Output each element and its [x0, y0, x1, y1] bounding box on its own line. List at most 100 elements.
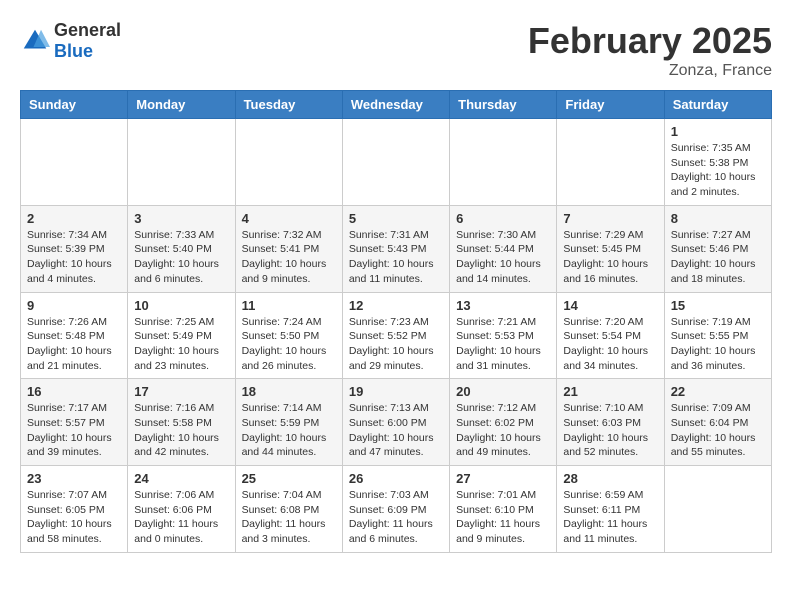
- day-cell: 21Sunrise: 7:10 AM Sunset: 6:03 PM Dayli…: [557, 379, 664, 466]
- day-number: 14: [563, 298, 657, 313]
- day-number: 1: [671, 124, 765, 139]
- calendar: SundayMondayTuesdayWednesdayThursdayFrid…: [20, 90, 772, 553]
- day-number: 7: [563, 211, 657, 226]
- logo: General Blue: [20, 20, 121, 62]
- day-cell: 18 Sunrise: 7:14 AM Sunset: 5:59 PM Dayli…: [235, 379, 342, 466]
- day-info: Sunrise: 7:29 AM Sunset: 5:45 PM Dayligh…: [563, 228, 657, 287]
- day-info: Sunrise: 7:01 AM Sunset: 6:10 PM Dayligh…: [456, 488, 550, 547]
- day-number: 25: [242, 471, 336, 486]
- day-cell: 15 Sunrise: 7:19 AM Sunset: 5:55 PM Dayli…: [664, 292, 771, 379]
- day-number: 12: [349, 298, 443, 313]
- day-cell: 5 Sunrise: 7:31 AM Sunset: 5:43 PM Daylig…: [342, 205, 449, 292]
- day-cell: 20 Sunrise: 7:12 AM Sunset: 6:02 PM Dayli…: [450, 379, 557, 466]
- col-header-monday: Monday: [128, 91, 235, 119]
- col-header-saturday: Saturday: [664, 91, 771, 119]
- day-number: 18: [242, 384, 336, 399]
- day-info: Sunrise: 7:35 AM Sunset: 5:38 PM Dayligh…: [671, 141, 765, 200]
- day-info: Sunrise: 7:26 AM Sunset: 5:48 PM Dayligh…: [27, 315, 121, 374]
- day-cell: 25Sunrise: 7:04 AM Sunset: 6:08 PM Dayli…: [235, 466, 342, 553]
- day-number: 19: [349, 384, 443, 399]
- day-cell: 13 Sunrise: 7:21 AM Sunset: 5:53 PM Dayli…: [450, 292, 557, 379]
- day-number: 4: [242, 211, 336, 226]
- day-info: Sunrise: 7:17 AM Sunset: 5:57 PM Dayligh…: [27, 401, 121, 460]
- day-cell: [557, 119, 664, 206]
- day-info: Sunrise: 6:59 AM Sunset: 6:11 PM Dayligh…: [563, 488, 657, 547]
- day-cell: 6 Sunrise: 7:30 AM Sunset: 5:44 PM Daylig…: [450, 205, 557, 292]
- day-number: 10: [134, 298, 228, 313]
- day-cell: 27 Sunrise: 7:01 AM Sunset: 6:10 PM Dayli…: [450, 466, 557, 553]
- col-header-tuesday: Tuesday: [235, 91, 342, 119]
- day-info: Sunrise: 7:30 AM Sunset: 5:44 PM Dayligh…: [456, 228, 550, 287]
- day-info: Sunrise: 7:24 AM Sunset: 5:50 PM Dayligh…: [242, 315, 336, 374]
- day-cell: [235, 119, 342, 206]
- day-info: Sunrise: 7:23 AM Sunset: 5:52 PM Dayligh…: [349, 315, 443, 374]
- day-cell: 22 Sunrise: 7:09 AM Sunset: 6:04 PM Dayli…: [664, 379, 771, 466]
- day-cell: 24Sunrise: 7:06 AM Sunset: 6:06 PM Dayli…: [128, 466, 235, 553]
- day-number: 16: [27, 384, 121, 399]
- day-cell: 1 Sunrise: 7:35 AM Sunset: 5:38 PM Daylig…: [664, 119, 771, 206]
- day-info: Sunrise: 7:34 AM Sunset: 5:39 PM Dayligh…: [27, 228, 121, 287]
- logo-blue-text: Blue: [54, 41, 121, 62]
- day-info: Sunrise: 7:13 AM Sunset: 6:00 PM Dayligh…: [349, 401, 443, 460]
- col-header-thursday: Thursday: [450, 91, 557, 119]
- day-cell: 9 Sunrise: 7:26 AM Sunset: 5:48 PM Daylig…: [21, 292, 128, 379]
- day-number: 15: [671, 298, 765, 313]
- day-cell: [342, 119, 449, 206]
- col-header-friday: Friday: [557, 91, 664, 119]
- day-number: 23: [27, 471, 121, 486]
- day-number: 13: [456, 298, 550, 313]
- day-number: 21: [563, 384, 657, 399]
- day-info: Sunrise: 7:25 AM Sunset: 5:49 PM Dayligh…: [134, 315, 228, 374]
- day-info: Sunrise: 7:33 AM Sunset: 5:40 PM Dayligh…: [134, 228, 228, 287]
- day-number: 27: [456, 471, 550, 486]
- day-cell: 23Sunrise: 7:07 AM Sunset: 6:05 PM Dayli…: [21, 466, 128, 553]
- day-cell: 4 Sunrise: 7:32 AM Sunset: 5:41 PM Daylig…: [235, 205, 342, 292]
- day-cell: 14Sunrise: 7:20 AM Sunset: 5:54 PM Dayli…: [557, 292, 664, 379]
- day-cell: 16 Sunrise: 7:17 AM Sunset: 5:57 PM Dayli…: [21, 379, 128, 466]
- col-header-sunday: Sunday: [21, 91, 128, 119]
- day-number: 20: [456, 384, 550, 399]
- day-number: 22: [671, 384, 765, 399]
- day-info: Sunrise: 7:19 AM Sunset: 5:55 PM Dayligh…: [671, 315, 765, 374]
- day-info: Sunrise: 7:14 AM Sunset: 5:59 PM Dayligh…: [242, 401, 336, 460]
- title-area: February 2025 Zonza, France: [528, 20, 772, 80]
- day-info: Sunrise: 7:16 AM Sunset: 5:58 PM Dayligh…: [134, 401, 228, 460]
- day-number: 8: [671, 211, 765, 226]
- day-cell: 28 Sunrise: 6:59 AM Sunset: 6:11 PM Dayli…: [557, 466, 664, 553]
- logo-icon: [20, 26, 50, 56]
- day-cell: [664, 466, 771, 553]
- day-cell: 3 Sunrise: 7:33 AM Sunset: 5:40 PM Daylig…: [128, 205, 235, 292]
- day-cell: 17 Sunrise: 7:16 AM Sunset: 5:58 PM Dayli…: [128, 379, 235, 466]
- week-row-3: 16 Sunrise: 7:17 AM Sunset: 5:57 PM Dayli…: [21, 379, 772, 466]
- day-cell: 19 Sunrise: 7:13 AM Sunset: 6:00 PM Dayli…: [342, 379, 449, 466]
- col-header-wednesday: Wednesday: [342, 91, 449, 119]
- day-info: Sunrise: 7:03 AM Sunset: 6:09 PM Dayligh…: [349, 488, 443, 547]
- day-cell: 8Sunrise: 7:27 AM Sunset: 5:46 PM Daylig…: [664, 205, 771, 292]
- day-cell: 2 Sunrise: 7:34 AM Sunset: 5:39 PM Daylig…: [21, 205, 128, 292]
- day-cell: 11Sunrise: 7:24 AM Sunset: 5:50 PM Dayli…: [235, 292, 342, 379]
- day-info: Sunrise: 7:09 AM Sunset: 6:04 PM Dayligh…: [671, 401, 765, 460]
- day-info: Sunrise: 7:31 AM Sunset: 5:43 PM Dayligh…: [349, 228, 443, 287]
- day-number: 17: [134, 384, 228, 399]
- header: General Blue February 2025 Zonza, France: [20, 20, 772, 80]
- logo-text: General Blue: [54, 20, 121, 62]
- calendar-body: 1 Sunrise: 7:35 AM Sunset: 5:38 PM Daylig…: [21, 119, 772, 553]
- week-row-0: 1 Sunrise: 7:35 AM Sunset: 5:38 PM Daylig…: [21, 119, 772, 206]
- day-info: Sunrise: 7:12 AM Sunset: 6:02 PM Dayligh…: [456, 401, 550, 460]
- day-number: 5: [349, 211, 443, 226]
- week-row-4: 23Sunrise: 7:07 AM Sunset: 6:05 PM Dayli…: [21, 466, 772, 553]
- day-number: 6: [456, 211, 550, 226]
- day-number: 3: [134, 211, 228, 226]
- day-number: 2: [27, 211, 121, 226]
- day-number: 24: [134, 471, 228, 486]
- day-cell: [21, 119, 128, 206]
- day-number: 9: [27, 298, 121, 313]
- month-year: February 2025: [528, 20, 772, 62]
- day-info: Sunrise: 7:32 AM Sunset: 5:41 PM Dayligh…: [242, 228, 336, 287]
- week-row-1: 2 Sunrise: 7:34 AM Sunset: 5:39 PM Daylig…: [21, 205, 772, 292]
- day-cell: [128, 119, 235, 206]
- day-info: Sunrise: 7:21 AM Sunset: 5:53 PM Dayligh…: [456, 315, 550, 374]
- day-number: 28: [563, 471, 657, 486]
- location: Zonza, France: [528, 62, 772, 80]
- day-cell: [450, 119, 557, 206]
